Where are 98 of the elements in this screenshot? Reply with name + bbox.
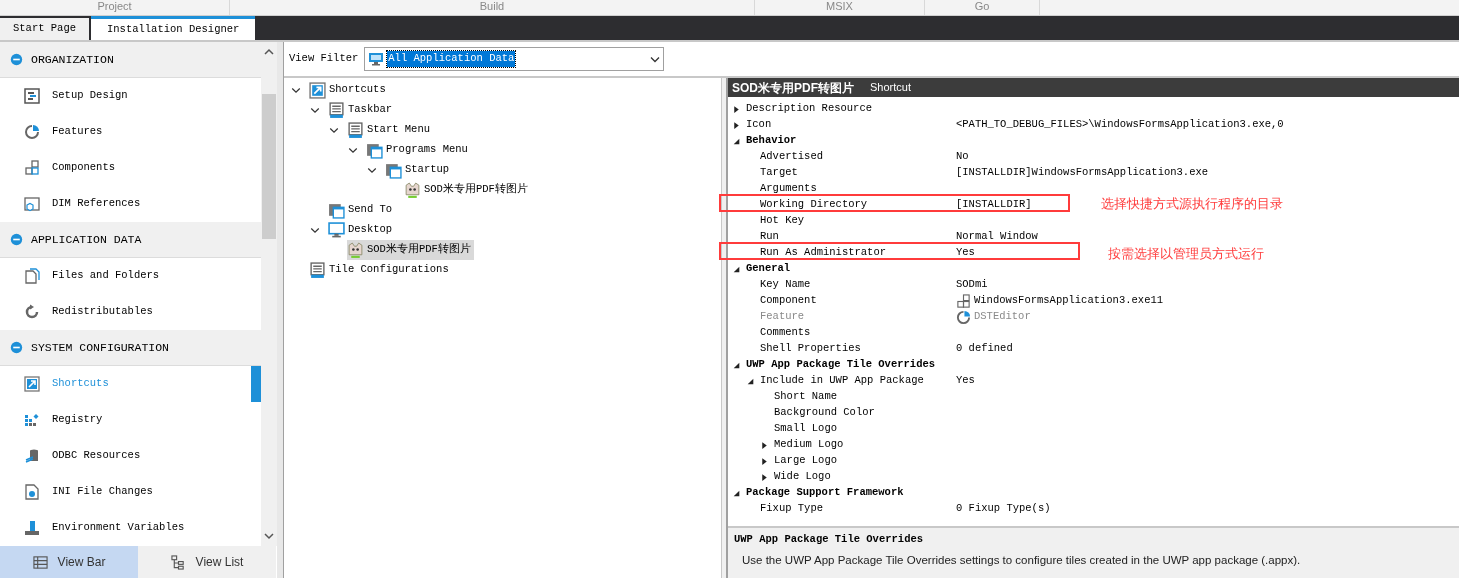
property-name: Comments [760,325,811,341]
view-filter-label: View Filter [289,51,359,67]
section-header[interactable]: SYSTEM CONFIGURATION [0,330,261,366]
tree-item[interactable]: Shortcuts [309,80,389,100]
cat-face-icon [347,241,364,259]
property-value: 0 defined [956,341,1013,357]
tree-item[interactable]: SOD米专用PDF转图片 [347,240,474,260]
property-value: No [956,149,969,165]
property-name: Target [760,165,798,181]
tree-item[interactable]: Tile Configurations [309,260,452,280]
document-gear-icon [24,484,40,500]
tree-item[interactable]: Send To [328,200,396,220]
property-name: Run [760,229,779,245]
annotation-text: 按需选择以管理员方式运行 [1108,245,1264,263]
property-name: Medium Logo [774,437,844,453]
property-name: Run As Administrator [760,245,887,261]
view-filter-dropdown[interactable]: All Application Data [364,47,665,71]
property-value: <PATH_TO_DEBUG_FILES>\WindowsFormsApplication3.exe,0 [956,117,1284,133]
property-name: Component [760,293,817,309]
blocks-icon [24,412,40,428]
properties-title: SOD米专用PDF转图片 [732,79,854,97]
property-value: WindowsFormsApplication3.exe11 [974,293,1164,309]
description-title: UWP App Package Tile Overrides [734,532,925,547]
tree-item[interactable]: SOD米专用PDF转图片 [404,180,531,200]
property-name: Shell Properties [760,341,861,357]
properties-subtitle: Shortcut [870,80,911,96]
document-tab[interactable]: Start Page [0,18,89,40]
document-tab[interactable]: Installation Designer [91,16,256,40]
ribbon-group-label: MSIX [826,0,853,13]
ribbon-group-label: Project [97,0,132,13]
cube-icon [24,196,40,212]
category-label: Behavior [746,133,797,149]
property-value: [INSTALLDIR]WindowsFormsApplication3.exe [956,165,1209,181]
property-name: Wide Logo [774,469,831,485]
property-value: Normal Window [956,229,1038,245]
property-value: DSTEditor [974,309,1031,325]
chevron-down-icon [650,55,661,63]
pie-chart-icon [24,124,40,140]
view-toggle-button[interactable]: View Bar [0,546,138,578]
property-name: Description Resource [746,101,873,117]
window-stack-icon [366,141,383,159]
documents-icon [24,268,40,284]
cat-face-icon [404,181,421,199]
property-name: Include in UWP App Package [760,373,924,389]
tree-item[interactable]: Taskbar [328,100,396,120]
property-value: Yes [956,245,975,261]
property-name: Key Name [760,277,811,293]
section-header[interactable]: APPLICATION DATA [0,222,261,258]
blocks-icon [24,160,40,176]
property-name: Icon [746,117,772,133]
tree-diagram-icon [170,554,186,570]
list-window-icon [347,121,364,139]
tree-item[interactable]: Desktop [328,220,396,240]
property-name: Fixup Type [760,501,823,517]
property-value: Yes [956,373,975,389]
window-stack-icon [385,161,402,179]
selection-indicator [251,366,261,402]
layout-icon [24,88,40,104]
tree-item[interactable]: Startup [385,160,453,180]
description-text: Use the UWP App Package Tile Overrides settings to configure tiles created in the UWP app package (.appx). [741,552,1302,568]
annotation-text: 选择快捷方式源执行程序的目录 [1101,195,1283,213]
category-label: General [746,261,791,277]
list-grid-icon [32,554,48,570]
property-name: Working Directory [760,197,868,213]
property-name: Large Logo [774,453,837,469]
scroll-up-icon[interactable] [264,48,274,56]
monitor-icon [328,221,345,239]
property-value: [INSTALLDIR] [956,197,1032,213]
property-name: Short Name [774,389,837,405]
view-toggle-button[interactable]: View List [138,546,276,578]
shortcut-arrow-icon [24,376,40,392]
shortcut-arrow-icon [309,81,326,99]
property-name: Feature [760,309,805,325]
circular-arrow-icon [24,304,40,320]
window-stack-icon [328,201,345,219]
category-label: UWP App Package Tile Overrides [746,357,936,373]
scrollbar[interactable] [261,42,277,546]
list-window-icon [328,101,345,119]
property-value: SODmi [956,277,988,293]
scroll-down-icon[interactable] [264,532,274,540]
tree-item[interactable]: Programs Menu [366,140,471,160]
pie-chart-icon [956,309,971,325]
monitor-icon [368,52,385,66]
property-name: Advertised [760,149,823,165]
tree-item[interactable]: Start Menu [347,120,433,140]
section-header[interactable]: ORGANIZATION [0,42,261,78]
blocks-icon [956,293,971,309]
category-label: Package Support Framework [746,485,904,501]
list-window-icon [309,261,326,279]
property-name: Small Logo [774,421,837,437]
database-icon [24,448,40,464]
property-name: Arguments [760,181,817,197]
property-name: Background Color [774,405,875,421]
property-value: 0 Fixup Type(s) [956,501,1051,517]
ribbon-group-label: Build [479,0,505,13]
ribbon-group-label: Go [974,0,990,13]
property-name: Hot Key [760,213,805,229]
computer-tower-icon [24,520,40,536]
